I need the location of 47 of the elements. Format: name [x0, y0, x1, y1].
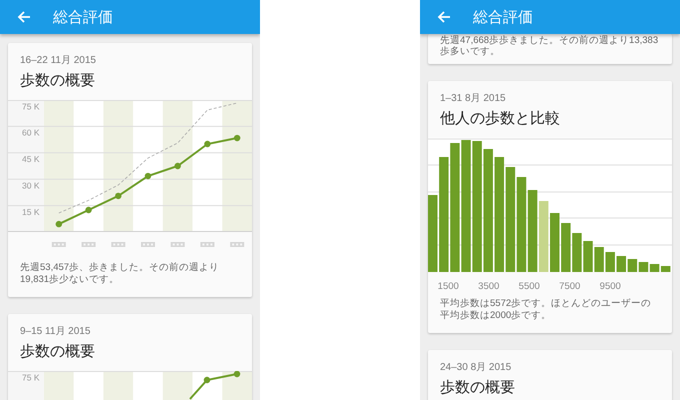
- blurred-label: [200, 242, 214, 247]
- back-arrow-icon[interactable]: [17, 11, 31, 23]
- blurred-label: [230, 242, 244, 247]
- date-range: 1–31 8月 2015: [440, 93, 507, 105]
- back-arrow-icon[interactable]: [437, 11, 451, 23]
- histogram-bar: [561, 223, 571, 272]
- data-point: [174, 162, 181, 170]
- blurred-label: [141, 242, 155, 247]
- y-tick-label: 60 K: [22, 128, 40, 138]
- blurred-label: [111, 242, 126, 247]
- screen-title: 総合評価: [473, 8, 533, 26]
- data-point: [115, 192, 122, 200]
- data-point: [144, 172, 152, 180]
- y-tick-label: 75 K: [22, 372, 40, 382]
- date-range: 16–22 11月 2015: [20, 55, 97, 67]
- data-point: [234, 134, 240, 142]
- data-point: [56, 220, 62, 228]
- line-chart-drawing: [189, 371, 240, 400]
- summary-text: 平均歩数は5572歩です。ほとんどのユーザーの平均歩数は2000歩です。: [440, 298, 652, 322]
- card-title: 歩数の概要: [20, 72, 96, 90]
- histogram-bar: [550, 213, 560, 272]
- date-range: 24–30 8月 2015: [440, 362, 512, 374]
- data-point: [204, 140, 211, 148]
- card-title: 歩数の概要: [20, 343, 96, 361]
- histogram-bar: [638, 262, 648, 272]
- summary-text: 先週47,668歩歩きました。その前の週より13,383歩多いです。: [440, 35, 660, 57]
- blurred-label: [170, 242, 185, 247]
- x-axis-label: 9500: [598, 281, 622, 292]
- card-title: 他人の歩数と比較: [440, 110, 561, 128]
- date-range: 9–15 11月 2015: [20, 326, 92, 338]
- y-tick-label: 75 K: [22, 101, 40, 112]
- x-axis-label: 7500: [558, 281, 582, 292]
- histogram-bar: [572, 233, 582, 272]
- summary-text: 先週53,457歩、歩きました。その前の週より19,831歩少ないです。: [20, 262, 220, 286]
- histogram-bar: [628, 259, 638, 272]
- blurred-label: [52, 242, 66, 247]
- data-point: [85, 206, 92, 214]
- blurred-label: [82, 242, 96, 247]
- card-title: 歩数の概要: [440, 379, 516, 397]
- histogram-bar: [616, 256, 626, 272]
- y-tick-label: 15 K: [22, 206, 40, 217]
- x-axis-label: 5500: [518, 281, 541, 292]
- screen-title: 総合評価: [53, 8, 113, 26]
- y-tick-label: 45 K: [22, 154, 40, 164]
- x-axis-label: 1500: [436, 281, 460, 292]
- y-tick-label: 30 K: [22, 180, 40, 190]
- x-axis-label: 3500: [477, 281, 500, 292]
